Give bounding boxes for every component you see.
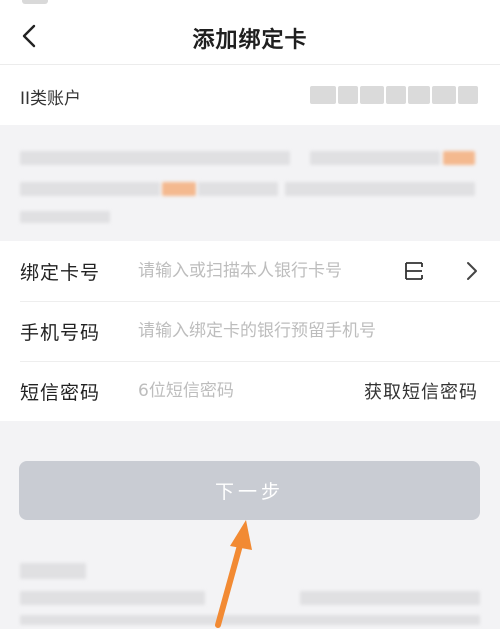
card-number-input[interactable]: [138, 257, 400, 285]
chevron-right-icon[interactable]: [462, 259, 482, 283]
account-number-redacted: [310, 86, 478, 104]
scan-icon[interactable]: [403, 260, 425, 282]
sms-code-label: 短信密码: [20, 382, 101, 404]
phone-row: 手机号码: [0, 301, 500, 361]
account-type-label: II类账户: [20, 89, 82, 109]
page-title: 添加绑定卡: [192, 28, 308, 53]
footer-text-redacted: [0, 555, 500, 629]
phone-input[interactable]: [138, 317, 448, 345]
status-bar: [0, 0, 500, 8]
notice-text-redacted: [0, 125, 500, 240]
sms-code-input[interactable]: [138, 377, 328, 405]
navigation-bar: 添加绑定卡: [0, 8, 500, 65]
get-sms-code-button[interactable]: 获取短信密码: [364, 378, 478, 404]
next-step-button[interactable]: 下一步: [19, 461, 480, 520]
status-indicator: [22, 0, 48, 4]
card-number-row: 绑定卡号: [0, 241, 500, 301]
card-number-label: 绑定卡号: [20, 262, 101, 284]
sms-code-row: 短信密码 获取短信密码: [0, 361, 500, 421]
bind-card-form: 绑定卡号 手机号码 短信密码 获取短信密码: [0, 241, 500, 421]
account-type-row: II类账户: [0, 65, 500, 125]
phone-label: 手机号码: [20, 322, 101, 344]
